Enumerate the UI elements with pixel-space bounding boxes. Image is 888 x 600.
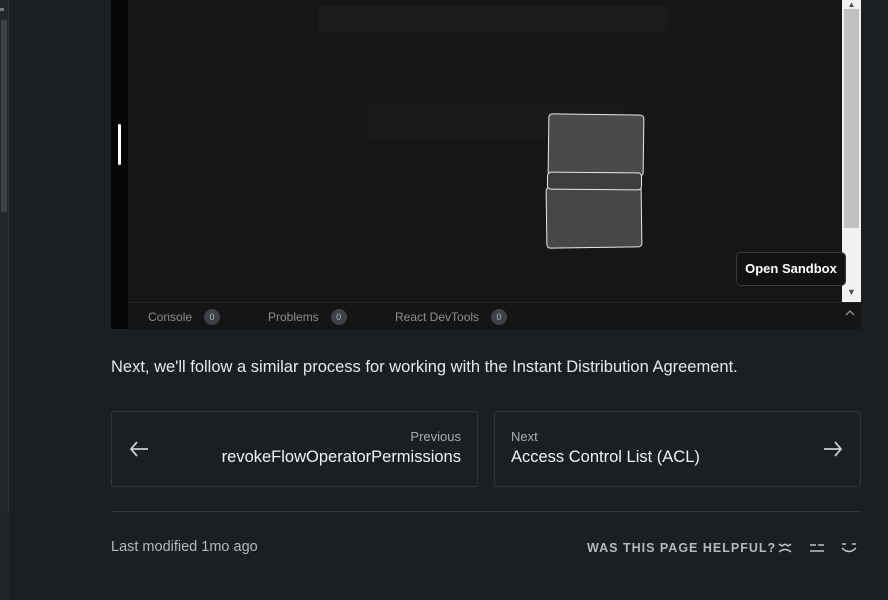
- helpful-label: WAS THIS PAGE HELPFUL?: [587, 541, 777, 555]
- preview-scrollbar-thumb[interactable]: [844, 9, 859, 228]
- arrow-left-icon: [128, 438, 150, 464]
- scrollbar-tick: [0, 8, 4, 11]
- happy-face-icon[interactable]: [840, 540, 858, 556]
- preview-ghost-title: [318, 6, 668, 32]
- page-scrollbar-thumb[interactable]: [1, 20, 7, 212]
- preview-block-top: [547, 113, 645, 177]
- scroll-down-icon[interactable]: ▼: [842, 286, 861, 298]
- tab-label: React DevTools: [395, 310, 480, 324]
- count-badge: 0: [491, 309, 508, 325]
- next-page-link[interactable]: Next Access Control List (ACL): [494, 411, 861, 487]
- tab-label: Problems: [268, 310, 319, 324]
- last-modified: Last modified 1mo ago: [111, 539, 258, 555]
- tab-react-devtools[interactable]: React DevTools 0: [395, 309, 508, 325]
- body-paragraph: Next, we'll follow a similar process for…: [111, 358, 738, 376]
- scrollbar-track-end: [0, 512, 9, 600]
- arrow-right-icon: [822, 438, 844, 464]
- divider: [111, 511, 861, 512]
- neutral-face-icon[interactable]: [808, 540, 826, 556]
- page-scrollbar[interactable]: [0, 0, 9, 600]
- previous-page-link[interactable]: Previous revokeFlowOperatorPermissions: [111, 411, 478, 487]
- resize-grip[interactable]: [118, 124, 121, 165]
- count-badge: 0: [330, 309, 347, 325]
- next-label: Next: [511, 429, 538, 444]
- previous-label: Previous: [410, 429, 461, 444]
- preview-block-bottom: [545, 185, 643, 249]
- chevron-up-icon[interactable]: [845, 308, 855, 320]
- scroll-up-icon[interactable]: ▲: [842, 0, 861, 9]
- code-sandbox-embed: ▲ ▼ Open Sandbox Console 0 Problems 0 Re…: [111, 0, 861, 329]
- preview-block-middle: [546, 171, 643, 191]
- sandbox-resize-handle[interactable]: [111, 0, 128, 329]
- sandbox-preview[interactable]: [128, 0, 842, 302]
- open-sandbox-button[interactable]: Open Sandbox: [736, 252, 846, 286]
- tab-problems[interactable]: Problems 0: [268, 309, 347, 325]
- previous-title: revokeFlowOperatorPermissions: [221, 448, 461, 466]
- sad-face-icon[interactable]: [776, 540, 794, 556]
- tab-label: Console: [148, 310, 193, 324]
- tab-console[interactable]: Console 0: [148, 309, 221, 325]
- count-badge: 0: [204, 309, 221, 325]
- devtools-bar: Console 0 Problems 0 React DevTools 0: [128, 302, 861, 329]
- next-title: Access Control List (ACL): [511, 448, 700, 466]
